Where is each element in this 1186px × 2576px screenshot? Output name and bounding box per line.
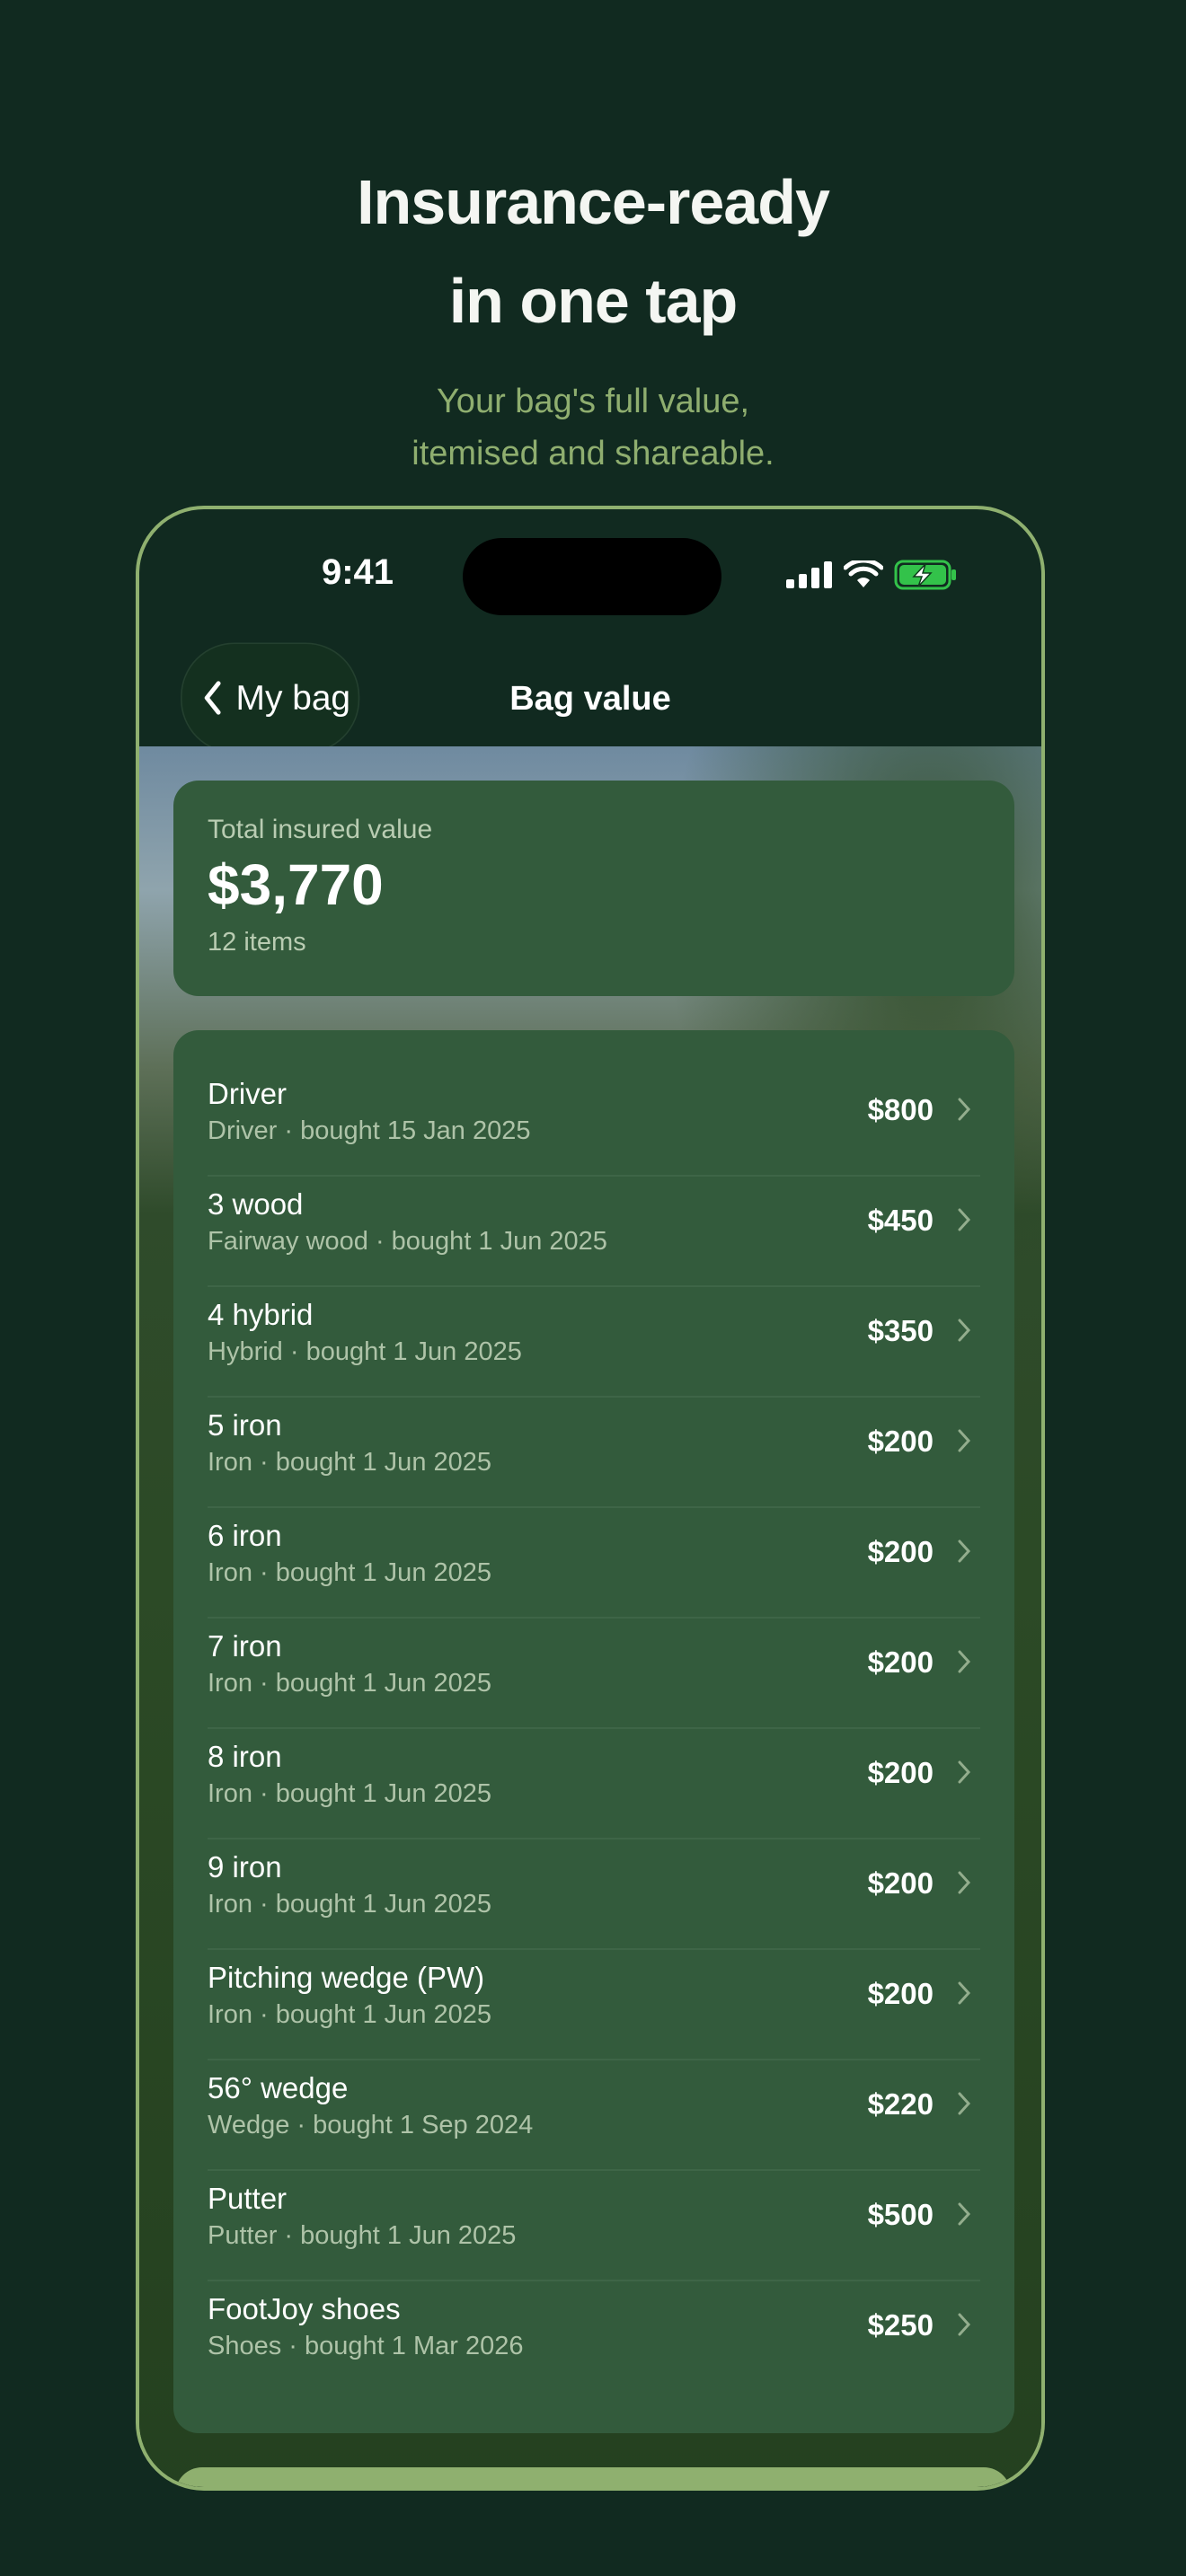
item-detail: Shoes · bought 1 Mar 2026 [208, 2332, 524, 2360]
item-name: 7 iron [208, 1629, 282, 1663]
total-value-card: Total insured value $3,770 12 items [173, 781, 1014, 996]
list-item[interactable]: 4 hybrid Hybrid · bought 1 Jun 2025 $350 [208, 1287, 980, 1398]
total-value: $3,770 [208, 852, 384, 917]
item-name: 4 hybrid [208, 1298, 314, 1331]
list-item[interactable]: 56° wedge Wedge · bought 1 Sep 2024 $220 [208, 2060, 980, 2171]
list-item[interactable]: 8 iron Iron · bought 1 Jun 2025 $200 [208, 1729, 980, 1839]
item-price: $350 [867, 1314, 934, 1347]
marketing-subline: Your bag's full value, itemised and shar… [0, 375, 1186, 480]
content-area[interactable]: Total insured value $3,770 12 items Driv… [139, 746, 1041, 2487]
page-title: Bag value [509, 680, 671, 718]
chevron-right-icon [958, 1539, 971, 1563]
items-list: Driver Driver · bought 15 Jan 2025 $800 … [173, 1030, 1014, 2433]
item-price: $200 [867, 1866, 934, 1900]
item-name: 3 wood [208, 1187, 304, 1221]
item-price: $800 [867, 1093, 934, 1126]
item-detail: Iron · bought 1 Jun 2025 [208, 1890, 492, 1919]
item-name: 8 iron [208, 1740, 282, 1773]
item-price: $200 [867, 1535, 934, 1568]
item-price: $250 [867, 2308, 934, 2342]
marketing-headline: Insurance-ready in one tap [0, 153, 1186, 350]
status-bar: 9:41 [139, 509, 1041, 635]
chevron-right-icon [958, 1098, 971, 1121]
nav-bar: My bag Bag value [139, 635, 1041, 754]
subline-line-1: Your bag's full value, [436, 383, 750, 420]
list-item[interactable]: 7 iron Iron · bought 1 Jun 2025 $200 [208, 1619, 980, 1729]
chevron-right-icon [958, 2313, 971, 2336]
item-detail: Wedge · bought 1 Sep 2024 [208, 2111, 534, 2139]
subline-line-2: itemised and shareable. [412, 435, 774, 472]
item-name: 5 iron [208, 1408, 282, 1442]
list-item[interactable]: Putter Putter · bought 1 Jun 2025 $500 [208, 2171, 980, 2281]
chevron-right-icon [958, 2092, 971, 2115]
headline-line-2: in one tap [448, 266, 739, 336]
status-time: 9:41 [321, 552, 394, 592]
wifi-icon [844, 560, 883, 587]
chevron-right-icon [958, 1319, 971, 1342]
chevron-right-icon [958, 1429, 971, 1452]
item-detail: Iron · bought 1 Jun 2025 [208, 1669, 492, 1698]
item-name: 6 iron [208, 1519, 282, 1552]
item-count: 12 items [208, 928, 306, 957]
dynamic-island [463, 538, 721, 615]
item-detail: Iron · bought 1 Jun 2025 [208, 1448, 492, 1477]
battery-charging-icon [894, 560, 956, 590]
item-name: FootJoy shoes [208, 2292, 401, 2325]
list-item[interactable]: 9 iron Iron · bought 1 Jun 2025 $200 [208, 1839, 980, 1950]
item-name: Driver [208, 1077, 287, 1110]
total-label: Total insured value [208, 815, 433, 844]
list-item[interactable]: 5 iron Iron · bought 1 Jun 2025 $200 [208, 1398, 980, 1508]
headline-line-1: Insurance-ready [357, 167, 830, 237]
cellular-signal-icon [786, 561, 832, 588]
chevron-right-icon [958, 1871, 971, 1894]
item-price: $200 [867, 1756, 934, 1789]
list-item[interactable]: Driver Driver · bought 15 Jan 2025 $800 [208, 1066, 980, 1177]
item-detail: Iron · bought 1 Jun 2025 [208, 1779, 492, 1808]
item-name: Pitching wedge (PW) [208, 1961, 485, 1994]
list-item[interactable]: 6 iron Iron · bought 1 Jun 2025 $200 [208, 1508, 980, 1619]
item-name: 9 iron [208, 1850, 282, 1883]
item-price: $220 [867, 2087, 934, 2121]
item-detail: Fairway wood · bought 1 Jun 2025 [208, 1227, 607, 1256]
item-detail: Driver · bought 15 Jan 2025 [208, 1116, 531, 1145]
status-icons [786, 560, 959, 590]
list-item[interactable]: FootJoy shoes Shoes · bought 1 Mar 2026 … [208, 2281, 980, 2392]
phone-frame: 9:41 My bag Bag value Total insured valu… [136, 506, 1045, 2491]
item-detail: Hybrid · bought 1 Jun 2025 [208, 1337, 522, 1366]
item-price: $200 [867, 1645, 934, 1679]
chevron-right-icon [958, 2202, 971, 2226]
bottom-action-bar[interactable] [175, 2467, 1011, 2487]
list-item[interactable]: Pitching wedge (PW) Iron · bought 1 Jun … [208, 1950, 980, 2060]
chevron-right-icon [958, 1650, 971, 1673]
chevron-right-icon [958, 1760, 971, 1784]
item-price: $450 [867, 1204, 934, 1237]
item-name: 56° wedge [208, 2071, 349, 2104]
chevron-right-icon [958, 1208, 971, 1231]
chevron-right-icon [958, 1981, 971, 2005]
item-name: Putter [208, 2182, 288, 2215]
item-detail: Putter · bought 1 Jun 2025 [208, 2221, 517, 2250]
item-price: $200 [867, 1977, 934, 2010]
list-item[interactable]: 3 wood Fairway wood · bought 1 Jun 2025 … [208, 1177, 980, 1287]
item-price: $500 [867, 2198, 934, 2231]
item-detail: Iron · bought 1 Jun 2025 [208, 2000, 492, 2029]
item-price: $200 [867, 1425, 934, 1458]
item-detail: Iron · bought 1 Jun 2025 [208, 1558, 492, 1587]
